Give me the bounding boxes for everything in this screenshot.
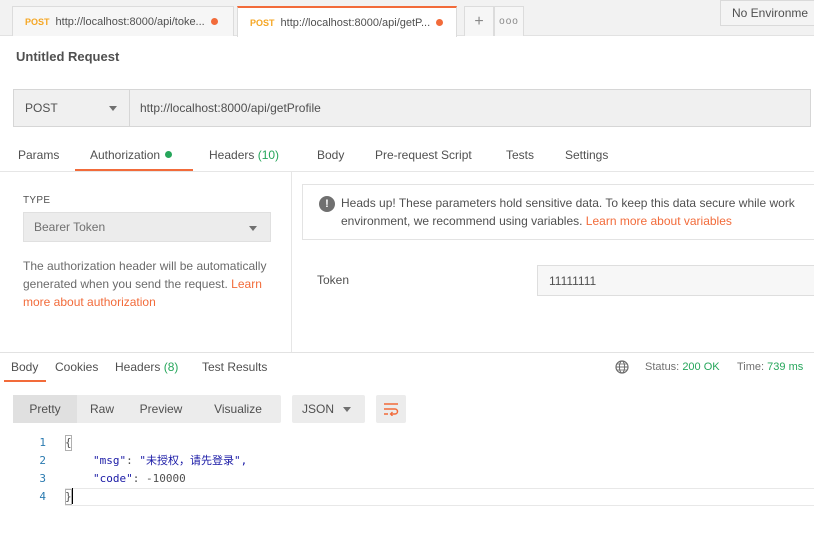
response-body-editor[interactable]: 1 { 2 "msg": "未授权，请先登录", 3 "code": -1000…: [0, 434, 814, 506]
tab-url: http://localhost:8000/api/getP...: [280, 16, 431, 29]
tab-response-headers[interactable]: Headers (8): [115, 360, 178, 374]
url-bar: POST http://localhost:8000/api/getProfil…: [13, 89, 811, 127]
url-input[interactable]: http://localhost:8000/api/getProfile: [130, 90, 810, 126]
chevron-down-icon: [109, 106, 117, 111]
text-cursor: [72, 488, 73, 504]
line-number: 2: [39, 454, 46, 467]
tab-label: Headers: [209, 148, 255, 162]
line-number: 1: [39, 436, 46, 449]
tab-label: Pre-request Script: [375, 148, 472, 162]
unsaved-dot-icon: [436, 19, 444, 26]
tab-tests[interactable]: Tests: [506, 148, 534, 162]
time-label: Time:: [737, 361, 765, 373]
auth-type-value: Bearer Token: [34, 220, 106, 234]
more-tabs-button[interactable]: ooo: [494, 6, 524, 36]
method-select[interactable]: POST: [14, 90, 130, 126]
tab-label: Body: [317, 148, 345, 162]
tab-label: Tests: [506, 148, 535, 162]
panel-divider: [291, 172, 292, 352]
format-select[interactable]: JSON: [292, 395, 365, 423]
request-tab-strip: POST http://localhost:8000/api/toke... P…: [0, 0, 814, 37]
code-line: 3 "code": -10000: [0, 470, 814, 488]
token-label: Token: [317, 273, 350, 287]
line-number: 3: [39, 472, 46, 485]
status-value[interactable]: 200 OK: [682, 361, 719, 373]
exclamation-icon: !: [319, 196, 335, 212]
chevron-down-icon: [343, 407, 351, 412]
json-key: "code": [93, 472, 133, 485]
response-status: Status: 200 OK: [645, 361, 720, 373]
method-value: POST: [25, 101, 58, 115]
pretty-button[interactable]: Pretty: [13, 395, 77, 423]
tab-method: POST: [25, 16, 50, 27]
tab-params[interactable]: Params: [18, 148, 59, 162]
status-label: Status:: [645, 361, 680, 373]
line-number: 4: [39, 490, 46, 503]
tab-headers[interactable]: Headers (10): [209, 148, 279, 162]
auth-type-select[interactable]: Bearer Token: [23, 212, 271, 242]
tab-label: Params: [18, 148, 60, 162]
code-line: 2 "msg": "未授权，请先登录",: [0, 452, 814, 470]
auth-type-label: TYPE: [23, 195, 51, 206]
new-tab-button[interactable]: +: [464, 6, 494, 36]
json-value: "未授权，请先登录",: [139, 454, 248, 467]
bracket-match-highlight: [65, 489, 72, 505]
request-tabs: Params Authorization Headers (10) Body P…: [0, 140, 814, 172]
auth-help-body: The authorization header will be automat…: [23, 259, 267, 291]
preview-button[interactable]: Preview: [127, 395, 195, 423]
learn-more-variables-link[interactable]: Learn more about variables: [586, 214, 732, 228]
notice-line-1: Heads up! These parameters hold sensitiv…: [341, 196, 795, 210]
plus-icon: +: [474, 12, 484, 30]
tab-test-results[interactable]: Test Results: [202, 360, 267, 374]
tab-label: Settings: [565, 148, 609, 162]
status-dot-icon: [165, 151, 173, 158]
tab-method: POST: [250, 17, 275, 28]
raw-button[interactable]: Raw: [77, 395, 127, 423]
request-title[interactable]: Untitled Request: [16, 49, 119, 64]
sensitive-data-notice: ! Heads up! These parameters hold sensit…: [302, 184, 814, 240]
globe-icon[interactable]: [615, 360, 629, 374]
unsaved-dot-icon: [210, 18, 218, 25]
tab-count: (10): [257, 148, 280, 162]
bracket-match-highlight: [65, 435, 72, 451]
tab-authorization[interactable]: Authorization: [90, 148, 173, 162]
current-line-highlight: [65, 488, 814, 506]
active-tab-underline: [75, 169, 193, 171]
code-line: 1 {: [0, 434, 814, 452]
tab-url: http://localhost:8000/api/toke...: [55, 15, 205, 28]
tab-label: Headers: [115, 360, 161, 374]
tab-response-body[interactable]: Body: [11, 360, 38, 374]
token-input[interactable]: 11111111: [537, 265, 814, 296]
tab-settings[interactable]: Settings: [565, 148, 608, 162]
json-value: -10000: [146, 472, 186, 485]
format-value: JSON: [302, 402, 335, 416]
auth-help-text: The authorization header will be automat…: [23, 257, 279, 311]
tab-pre-request-script[interactable]: Pre-request Script: [375, 148, 472, 162]
view-mode-group: Pretty Raw Preview Visualize: [13, 395, 281, 423]
code-text: "code": -10000: [93, 472, 186, 485]
tab-body[interactable]: Body: [317, 148, 344, 162]
notice-line-2: environment, we recommend using variable…: [341, 214, 583, 228]
request-tab-active[interactable]: POST http://localhost:8000/api/getP...: [237, 6, 457, 37]
visualize-button[interactable]: Visualize: [195, 395, 281, 423]
request-tab[interactable]: POST http://localhost:8000/api/toke...: [12, 6, 234, 36]
ellipsis-icon: ooo: [499, 16, 519, 27]
tab-count: (8): [163, 360, 179, 374]
environment-select[interactable]: No Environme: [720, 0, 814, 26]
json-key: "msg": [93, 454, 127, 467]
wrap-lines-icon: [384, 403, 399, 416]
tab-cookies[interactable]: Cookies: [55, 360, 98, 374]
chevron-down-icon: [249, 226, 257, 231]
time-value[interactable]: 739 ms: [767, 361, 803, 373]
response-time: Time: 739 ms: [737, 361, 803, 373]
code-text: "msg": "未授权，请先登录",: [93, 454, 248, 467]
tab-label: Authorization: [90, 148, 161, 162]
notice-text: Heads up! These parameters hold sensitiv…: [341, 194, 814, 230]
wrap-lines-button[interactable]: [376, 395, 406, 423]
active-tab-underline: [4, 380, 46, 382]
